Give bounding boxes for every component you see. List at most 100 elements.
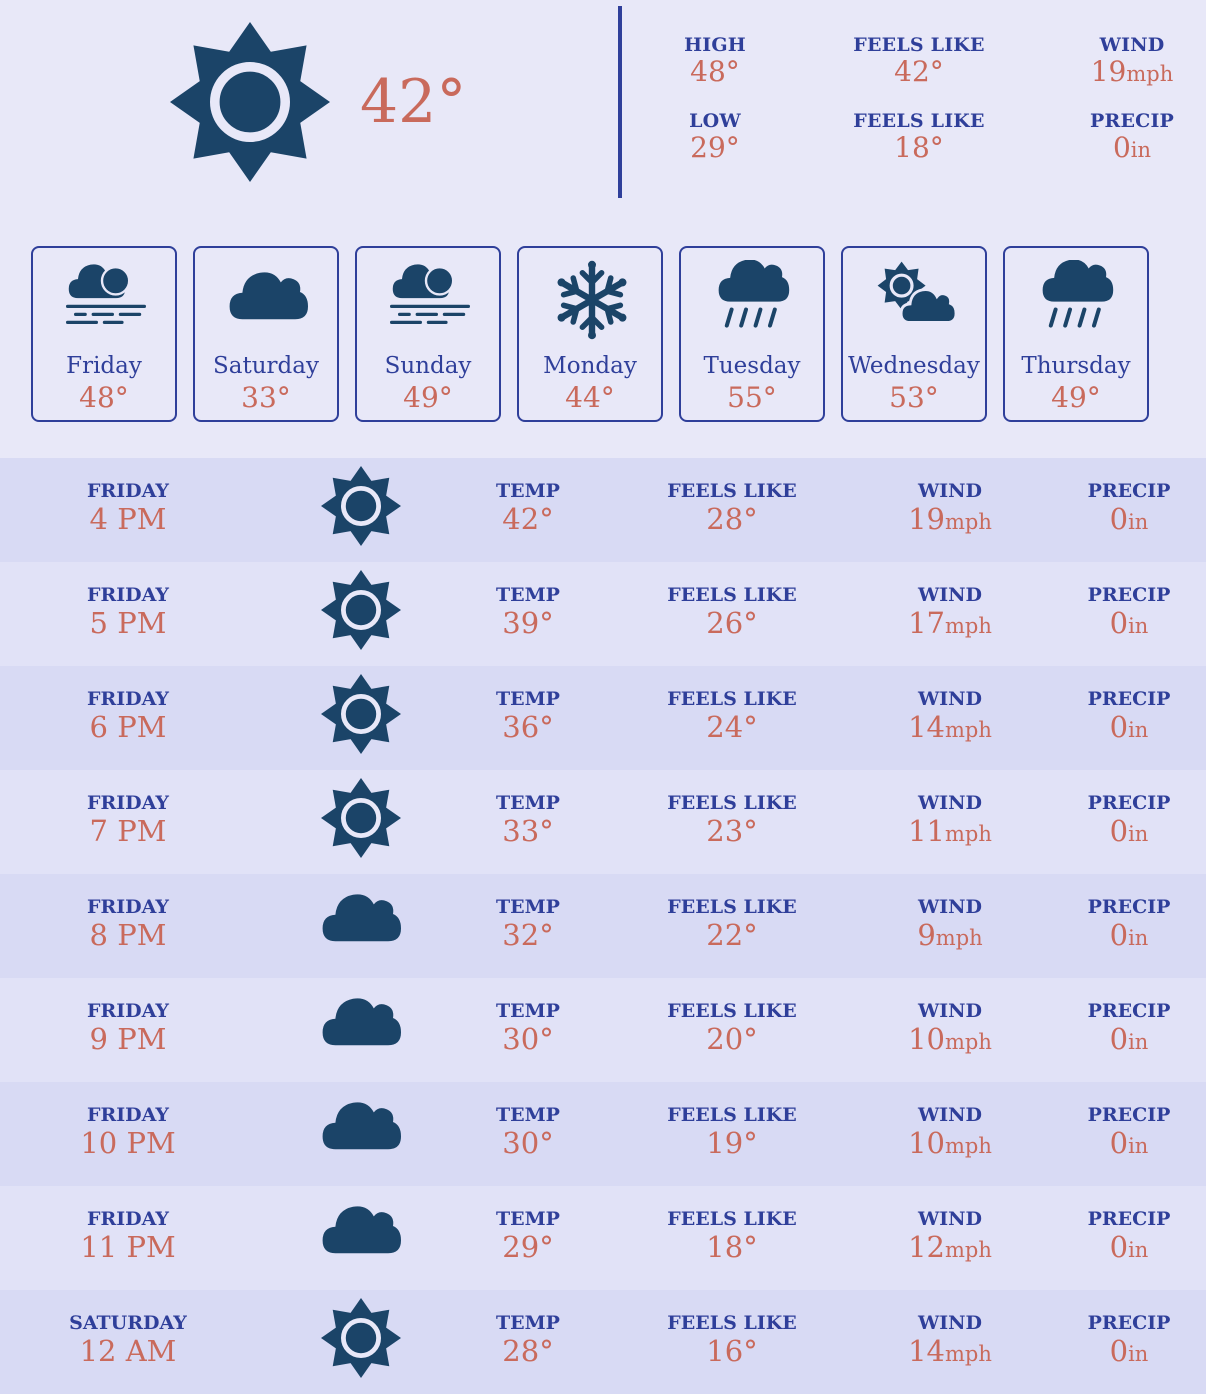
hour-temp-value: 30° (502, 1126, 554, 1160)
hour-row: FRIDAY 7 PM TEMP 33° FEELS LIKE 23° WIND 11mph P… (0, 770, 1206, 874)
hour-wind: WIND 14mph (850, 1312, 1050, 1371)
hour-time: FRIDAY 7 PM (28, 792, 228, 848)
hour-precip: PRECIP 0in (1029, 1000, 1206, 1059)
hour-precip-value: 0in (1029, 606, 1206, 643)
day-card-wednesday[interactable]: Wednesday 53° (841, 246, 987, 422)
hour-precip-number: 0 (1109, 918, 1129, 952)
hour-wind-value: 9mph (850, 918, 1050, 955)
hour-temp: TEMP 28° (428, 1312, 628, 1368)
hour-precip-unit: in (1128, 1030, 1149, 1054)
hour-temp-label: TEMP (496, 1208, 560, 1230)
hour-feels-like-label: FEELS LIKE (667, 792, 797, 814)
hour-wind: WIND 17mph (850, 584, 1050, 643)
day-card-friday[interactable]: Friday 48° (31, 246, 177, 422)
hour-day-label: FRIDAY (86, 688, 169, 710)
cloud-icon (321, 986, 401, 1066)
hour-wind-unit: mph (945, 822, 992, 846)
day-name: Friday (66, 353, 142, 379)
hour-temp-label: TEMP (496, 688, 560, 710)
hour-precip-value: 0in (1029, 710, 1206, 747)
hour-feels-like-value: 20° (706, 1022, 758, 1056)
hour-temp-label: TEMP (496, 584, 560, 606)
hour-precip: PRECIP 0in (1029, 688, 1206, 747)
hour-temp-label: TEMP (496, 1104, 560, 1126)
hour-precip-number: 0 (1109, 1022, 1129, 1056)
hour-temp-label: TEMP (496, 1312, 560, 1334)
hour-wind-value: 14mph (850, 710, 1050, 747)
hour-temp: TEMP 30° (428, 1104, 628, 1160)
hour-wind-label: WIND (917, 584, 983, 606)
hour-precip-label: PRECIP (1087, 896, 1171, 918)
snowflake-icon (552, 260, 632, 340)
day-name: Tuesday (703, 353, 801, 379)
high-label: HIGH (684, 34, 746, 56)
hour-precip-value: 0in (1029, 502, 1206, 539)
hour-time: FRIDAY 8 PM (28, 896, 228, 952)
hour-row: FRIDAY 8 PM TEMP 32° FEELS LIKE 22° WIND 9mph PR… (0, 874, 1206, 978)
hour-precip-label: PRECIP (1087, 584, 1171, 606)
day-temp: 44° (565, 381, 615, 414)
hour-wind-value: 12mph (850, 1230, 1050, 1267)
day-card-tuesday[interactable]: Tuesday 55° (679, 246, 825, 422)
hour-precip-number: 0 (1109, 606, 1129, 640)
hour-feels-like-value: 16° (706, 1334, 758, 1368)
hour-feels-like: FEELS LIKE 24° (632, 688, 832, 744)
hour-time: FRIDAY 9 PM (28, 1000, 228, 1056)
day-temp: 49° (403, 381, 453, 414)
day-temp: 53° (889, 381, 939, 414)
hour-feels-like: FEELS LIKE 16° (632, 1312, 832, 1368)
day-name: Sunday (384, 353, 472, 379)
hour-precip-label: PRECIP (1087, 1312, 1171, 1334)
hour-precip-value: 0in (1029, 1022, 1206, 1059)
hour-row: FRIDAY 10 PM TEMP 30° FEELS LIKE 19° WIND 10mph… (0, 1082, 1206, 1186)
current-temperature: 42° (360, 67, 467, 137)
hour-precip-number: 0 (1109, 502, 1129, 536)
hour-precip: PRECIP 0in (1029, 1312, 1206, 1371)
cloud-icon (321, 1194, 401, 1274)
hour-day-label: FRIDAY (86, 584, 169, 606)
hour-wind-unit: mph (945, 718, 992, 742)
hour-feels-like: FEELS LIKE 20° (632, 1000, 832, 1056)
hour-precip-label: PRECIP (1087, 1208, 1171, 1230)
day-card-monday[interactable]: Monday 44° (517, 246, 663, 422)
day-name: Wednesday (848, 353, 980, 379)
current-conditions: 42° HIGH 48° LOW 29° FEELS LIKE 42° FEEL… (0, 0, 1206, 230)
day-name: Thursday (1021, 353, 1131, 379)
hour-wind-label: WIND (917, 480, 983, 502)
hour-temp-label: TEMP (496, 896, 560, 918)
hour-time-value: 10 PM (80, 1126, 176, 1160)
hour-feels-like: FEELS LIKE 23° (632, 792, 832, 848)
hour-temp: TEMP 42° (428, 480, 628, 536)
feels-like-low-value: 18° (894, 131, 944, 164)
hour-wind-unit: mph (945, 510, 992, 534)
hour-feels-like-label: FEELS LIKE (667, 896, 797, 918)
hour-wind-value: 19mph (850, 502, 1050, 539)
hour-time: FRIDAY 4 PM (28, 480, 228, 536)
hour-temp-value: 30° (502, 1022, 554, 1056)
feels-like-high-stat: FEELS LIKE 42° (819, 34, 1019, 88)
hour-feels-like-value: 28° (706, 502, 758, 536)
hour-temp-label: TEMP (496, 792, 560, 814)
hour-wind-number: 11 (908, 814, 945, 848)
wind-stat: WIND 19mph (1032, 34, 1206, 90)
day-card-thursday[interactable]: Thursday 49° (1003, 246, 1149, 422)
partly-cloudy-icon (876, 260, 956, 340)
hour-precip-unit: in (1128, 614, 1149, 638)
hour-time: FRIDAY 5 PM (28, 584, 228, 640)
hour-feels-like-value: 23° (706, 814, 758, 848)
hour-wind-label: WIND (917, 792, 983, 814)
hour-wind: WIND 10mph (850, 1104, 1050, 1163)
hour-time: FRIDAY 10 PM (28, 1104, 228, 1160)
day-card-sunday[interactable]: Sunday 49° (355, 246, 501, 422)
daily-forecast: Friday 48° Saturday 33° Sunday 49° Monday 44° Tu… (31, 246, 1149, 422)
day-temp: 33° (241, 381, 291, 414)
hour-day-label: FRIDAY (86, 792, 169, 814)
hour-day-label: FRIDAY (86, 1000, 169, 1022)
hour-wind: WIND 12mph (850, 1208, 1050, 1267)
hour-day-label: FRIDAY (86, 1208, 169, 1230)
sun-icon (170, 22, 330, 182)
day-card-saturday[interactable]: Saturday 33° (193, 246, 339, 422)
hour-day-label: FRIDAY (86, 480, 169, 502)
hour-wind-value: 14mph (850, 1334, 1050, 1371)
hour-wind-label: WIND (917, 1208, 983, 1230)
